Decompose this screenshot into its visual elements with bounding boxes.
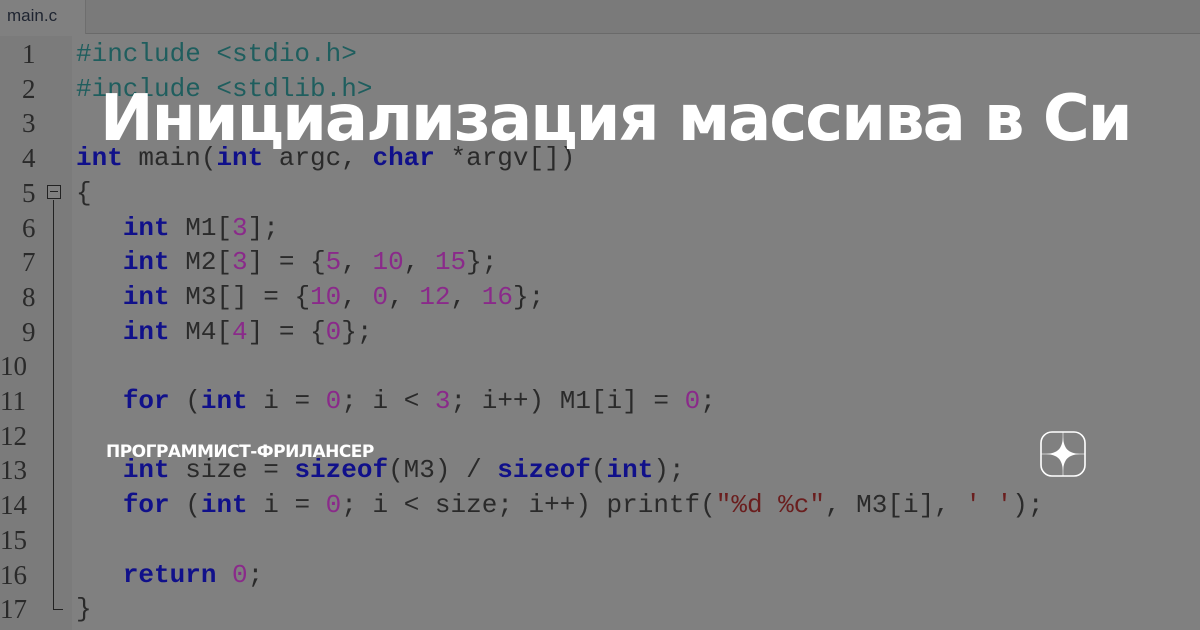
line-number: 7 (22, 247, 36, 278)
code-line[interactable]: 11 for (int i = 0; i < 3; i++) M1[i] = 0… (0, 384, 1200, 419)
code-line[interactable]: 8 int M3[] = {10, 0, 12, 16}; (0, 280, 1200, 315)
line-number: 1 (22, 39, 36, 69)
code-line[interactable]: 15 (0, 523, 1200, 558)
code-line[interactable]: 7 int M2[3] = {5, 10, 15}; (0, 245, 1200, 280)
code-text: for (int i = 0; i < size; i++) printf("%… (122, 490, 1044, 521)
code-text: return 0; (122, 559, 264, 590)
code-text: int M1[3]; (122, 212, 279, 243)
code-text: { (76, 177, 92, 208)
line-number: 5 (22, 177, 36, 208)
fold-end-marker (53, 599, 63, 610)
code-text: #include <stdio.h> (76, 39, 357, 69)
line-number: 13 (0, 455, 27, 486)
dzen-star-icon (1040, 431, 1086, 477)
line-number: 9 (22, 316, 36, 347)
line-number: 8 (22, 281, 36, 312)
line-number: 2 (22, 73, 36, 104)
code-text: int M2[3] = {5, 10, 15}; (122, 247, 498, 278)
line-number: 16 (0, 559, 27, 590)
code-line[interactable]: 10 (0, 349, 1200, 384)
tab-bar: main.c (0, 0, 1200, 34)
line-number: 11 (0, 386, 26, 416)
line-number: 14 (0, 490, 27, 521)
code-text: int M4[4] = {0}; (122, 316, 373, 347)
fold-collapse-icon[interactable] (47, 185, 61, 199)
code-line[interactable]: 9 int M4[4] = {0}; (0, 315, 1200, 350)
line-number: 17 (0, 594, 27, 625)
code-text: } (76, 594, 92, 625)
line-number: 6 (22, 212, 36, 243)
line-number: 4 (22, 143, 36, 174)
code-line[interactable]: 6 int M1[3]; (0, 211, 1200, 246)
code-line[interactable]: 17} (0, 592, 1200, 627)
tab-main-c[interactable]: main.c (0, 0, 86, 34)
channel-name[interactable]: ПРОГРАММИСТ-ФРИЛАНСЕР (106, 442, 374, 462)
code-line[interactable]: 5{ (0, 176, 1200, 211)
tab-label: main.c (7, 6, 58, 25)
line-number: 10 (0, 351, 27, 382)
code-line[interactable]: 16 return 0; (0, 558, 1200, 593)
line-number: 3 (22, 108, 36, 139)
fold-guide-line (53, 200, 54, 609)
code-text: for (int i = 0; i < 3; i++) M1[i] = 0; (122, 386, 716, 416)
code-line[interactable]: 14 for (int i = 0; i < size; i++) printf… (0, 488, 1200, 523)
code-line[interactable]: 1 #include <stdio.h> (0, 37, 1200, 72)
line-number: 12 (0, 420, 27, 451)
line-number: 15 (0, 524, 27, 555)
code-text: int M3[] = {10, 0, 12, 16}; (122, 281, 545, 312)
article-title: Инициализация массива в Си (100, 82, 1133, 156)
